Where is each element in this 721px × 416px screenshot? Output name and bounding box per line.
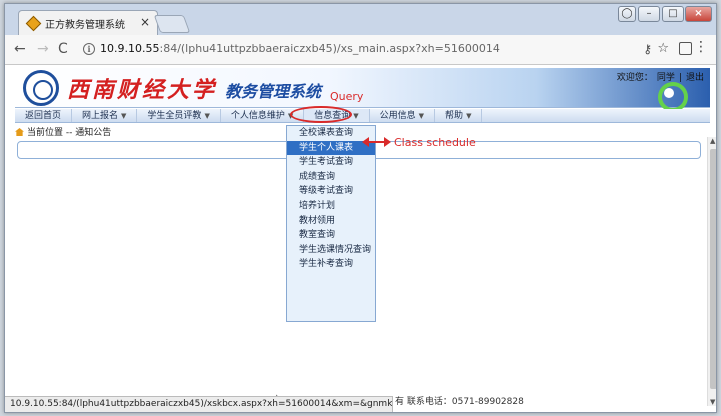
nav-item-1[interactable]: 网上报名 ▼	[72, 109, 138, 122]
dropdown-item-7[interactable]: 教室查询	[287, 228, 375, 243]
class-schedule-annotation-label: Class schedule	[394, 136, 476, 149]
chevron-down-icon: ▼	[353, 112, 359, 120]
scroll-up-icon[interactable]: ▲	[710, 137, 715, 145]
browser-window: 正方教务管理系统 × ◯ – □ × ← → C i 10.9.10.55:84…	[4, 3, 717, 413]
page-viewport: 西南财经大学 教务管理系统 欢迎您： 同学 | 退出 返回首页 网上报名 ▼ 学生全员评教 ▼…	[5, 65, 716, 412]
tab-title: 正方教务管理系统	[45, 19, 125, 31]
tab-close-icon[interactable]: ×	[140, 15, 150, 29]
scroll-down-icon[interactable]: ▼	[710, 398, 715, 406]
info-query-dropdown: 全校课表查询 学生个人课表 学生考试查询 成绩查询 等级考试查询 培养计划 教材领用 教室查询…	[286, 125, 376, 322]
nav-item-label: 个人信息维护	[230, 111, 285, 121]
dropdown-item-9[interactable]: 学生补考查询	[287, 257, 375, 272]
bookmark-star-icon[interactable]: ☆	[657, 41, 669, 56]
dropdown-item-3[interactable]: 成绩查询	[287, 170, 375, 185]
extension-icon[interactable]	[679, 42, 692, 55]
query-annotation-label: Query	[330, 90, 364, 103]
nav-item-label: 网上报名	[82, 111, 119, 121]
chevron-down-icon: ▼	[418, 112, 425, 120]
chevron-down-icon: ▼	[204, 112, 210, 120]
address-bar[interactable]: 10.9.10.55:84/(lphu41uttpzbbaeraiczxb45)…	[100, 42, 500, 55]
home-icon	[15, 128, 24, 136]
chevron-down-icon: ▼	[121, 112, 127, 120]
nav-item-5[interactable]: 公用信息 ▼	[370, 109, 436, 122]
main-nav: 返回首页 网上报名 ▼ 学生全员评教 ▼ 个人信息维护 ▼ 信息查询 ▼ 公用信息 ▼ 帮助 ▼	[15, 109, 710, 123]
dropdown-item-5[interactable]: 培养计划	[287, 199, 375, 214]
back-arrow-icon[interactable]: ←	[14, 41, 26, 57]
breadcrumb: 当前位置 -- 通知公告	[15, 125, 111, 138]
nav-item-label: 公用信息	[379, 111, 416, 121]
profile-button[interactable]: ◯	[618, 6, 636, 22]
nav-item-2[interactable]: 学生全员评教 ▼	[137, 109, 221, 122]
tab-strip: 正方教务管理系统 × ◯ – □ ×	[5, 4, 716, 35]
university-name: 西南财经大学	[67, 77, 218, 103]
banner-decoration	[642, 82, 702, 112]
dropdown-item-2[interactable]: 学生考试查询	[287, 155, 375, 170]
system-name: 教务管理系统	[225, 82, 322, 101]
site-favicon-icon	[27, 17, 39, 29]
annotation-arrow-icon	[362, 137, 391, 147]
minimize-button[interactable]: –	[638, 6, 660, 22]
nav-item-label: 学生全员评教	[147, 111, 202, 121]
nav-item-6[interactable]: 帮助 ▼	[435, 109, 483, 122]
footer-contact: 有 联系电话：0571-89902828	[395, 397, 524, 407]
forward-arrow-icon[interactable]: →	[37, 41, 49, 57]
dropdown-item-8[interactable]: 学生选课情况查询	[287, 243, 375, 258]
nav-item-0[interactable]: 返回首页	[15, 109, 73, 122]
address-toolbar: ← → C i 10.9.10.55:84/(lphu41uttpzbbaera…	[5, 35, 716, 65]
dropdown-item-4[interactable]: 等级考试查询	[287, 184, 375, 199]
maximize-button[interactable]: □	[662, 6, 684, 22]
scroll-thumb[interactable]	[710, 149, 716, 389]
key-icon[interactable]: ⚷	[643, 42, 652, 56]
query-annotation-ellipse	[290, 106, 352, 123]
browser-tab[interactable]: 正方教务管理系统 ×	[18, 10, 158, 35]
reload-icon[interactable]: C	[58, 41, 68, 57]
dropdown-item-6[interactable]: 教材领用	[287, 214, 375, 229]
status-bar-url: 10.9.10.55:84/(lphu41uttpzbbaeraiczxb45)…	[5, 396, 393, 412]
university-logo	[23, 70, 59, 106]
url-host: 10.9.10.55	[100, 42, 160, 55]
breadcrumb-label: 当前位置 -- 通知公告	[27, 128, 112, 138]
close-window-button[interactable]: ×	[685, 6, 712, 22]
site-info-icon[interactable]: i	[83, 43, 95, 55]
url-path: :84/(lphu41uttpzbbaeraiczxb45)/xs_main.a…	[159, 42, 500, 55]
chevron-down-icon: ▼	[466, 112, 472, 120]
browser-menu-icon[interactable]: ⋮	[694, 39, 708, 55]
vertical-scrollbar[interactable]: ▲ ▼	[707, 137, 716, 406]
nav-item-label: 帮助	[445, 111, 464, 121]
new-tab-button[interactable]	[153, 15, 191, 33]
nav-item-label: 返回首页	[25, 111, 62, 121]
